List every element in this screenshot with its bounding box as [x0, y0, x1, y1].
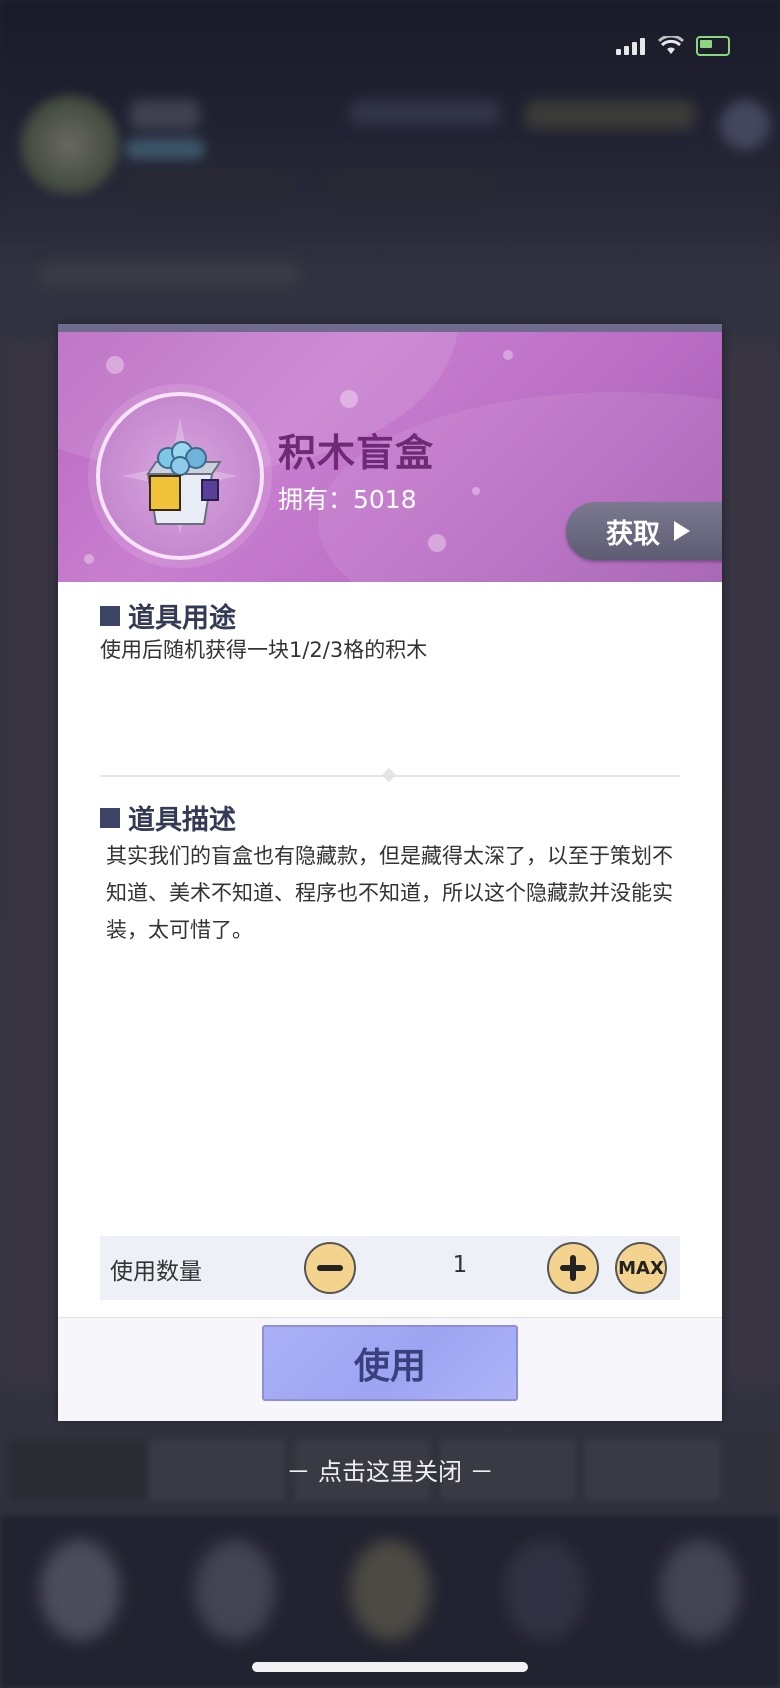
quantity-label: 使用数量: [110, 1259, 202, 1285]
header-decoration: [428, 534, 446, 552]
header-decoration: [472, 487, 480, 495]
play-icon: [674, 521, 690, 541]
use-button[interactable]: 使用: [262, 1325, 518, 1401]
section-bullet-icon: [100, 605, 120, 626]
blind-box-icon: [122, 418, 238, 534]
header-decoration: [106, 356, 124, 374]
close-dialog-hint[interactable]: － 点击这里关闭 －: [0, 1452, 780, 1487]
wifi-icon: [658, 36, 684, 54]
item-name: 积木盲盒: [278, 431, 435, 475]
battery-icon: [696, 36, 730, 56]
description-text: 其实我们的盲盒也有隐藏款，但是藏得太深了，以至于策划不知道、美术不知道、程序也不…: [106, 844, 673, 942]
header-decoration: [503, 350, 513, 360]
decrease-quantity-button[interactable]: [304, 1242, 356, 1294]
owned-count: 拥有：5018: [278, 485, 417, 514]
status-bar: [616, 36, 730, 56]
obtain-button[interactable]: 获取: [566, 502, 722, 560]
header-decoration: [84, 554, 94, 564]
home-indicator[interactable]: [252, 1662, 528, 1672]
usage-title: 道具用途: [128, 603, 236, 634]
dialog-footer: 使用: [58, 1317, 722, 1421]
quantity-stepper: 使用数量 1 MAX: [100, 1236, 680, 1300]
section-divider: [100, 767, 680, 783]
item-header: 积木盲盒 拥有：5018 获取: [58, 332, 722, 582]
increase-quantity-button[interactable]: [547, 1242, 599, 1294]
usage-section-title: 道具用途: [100, 596, 236, 635]
max-quantity-button[interactable]: MAX: [615, 1242, 667, 1294]
item-icon-frame: [96, 392, 264, 560]
divider-diamond: [381, 767, 397, 783]
quantity-value: 1: [452, 1252, 468, 1278]
signal-icon: [616, 37, 646, 55]
section-bullet-icon: [100, 807, 120, 828]
description-section-title: 道具描述: [100, 798, 236, 837]
header-decoration: [340, 390, 358, 408]
item-detail-dialog: 积木盲盒 拥有：5018 获取 道具用途 使用后随机获得一块1/2/3格的积木 …: [58, 324, 722, 1421]
obtain-button-label: 获取: [606, 518, 660, 550]
usage-text: 使用后随机获得一块1/2/3格的积木: [100, 638, 428, 662]
description-title: 道具描述: [128, 805, 236, 836]
